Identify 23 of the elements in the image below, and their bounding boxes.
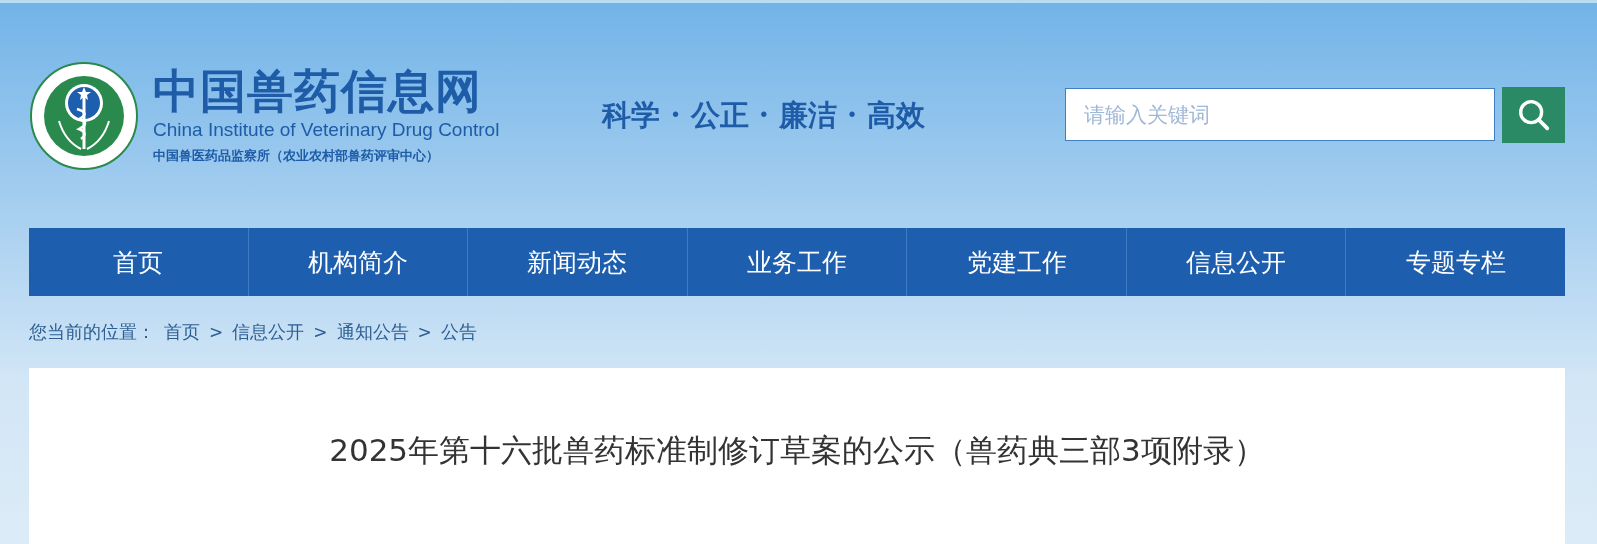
breadcrumb-link[interactable]: 公告	[440, 320, 477, 344]
nav-tab[interactable]: 机构简介	[247, 228, 468, 296]
breadcrumb-link[interactable]: 首页	[164, 320, 200, 344]
article-title: 2025年第十六批兽药标准制修订草案的公示（兽药典三部3项附录）	[329, 431, 1265, 470]
site-subtitle: China Institute of Veterinary Drug Control	[153, 118, 500, 141]
nav-tab[interactable]: 首页	[29, 228, 248, 296]
nav-tab[interactable]: 专题专栏	[1345, 228, 1566, 296]
nav-tab[interactable]: 信息公开	[1125, 228, 1346, 296]
motto: 科学 · 公正 · 廉洁 · 高效	[602, 96, 927, 134]
search-field[interactable]: 请输入关键词	[1065, 88, 1495, 141]
breadcrumb-link[interactable]: 通知公告	[336, 320, 409, 344]
breadcrumb-separator: >	[417, 322, 432, 342]
breadcrumb-separator: >	[313, 322, 328, 342]
search-button[interactable]	[1502, 87, 1565, 143]
nav-tab[interactable]: 新闻动态	[467, 228, 687, 296]
nav-tab[interactable]: 业务工作	[686, 228, 907, 296]
site-subtitle: 中国兽医药品监察所（农业农村部兽药评审中心）	[153, 146, 440, 165]
nav-tab[interactable]: 党建工作	[906, 228, 1126, 296]
breadcrumb-separator: >	[209, 322, 224, 342]
logo-emblem-icon	[29, 60, 139, 171]
site-title: 中国兽药信息网	[153, 66, 483, 117]
breadcrumb-label: 您当前的位置：	[29, 320, 155, 344]
breadcrumb-link[interactable]: 信息公开	[232, 320, 305, 344]
